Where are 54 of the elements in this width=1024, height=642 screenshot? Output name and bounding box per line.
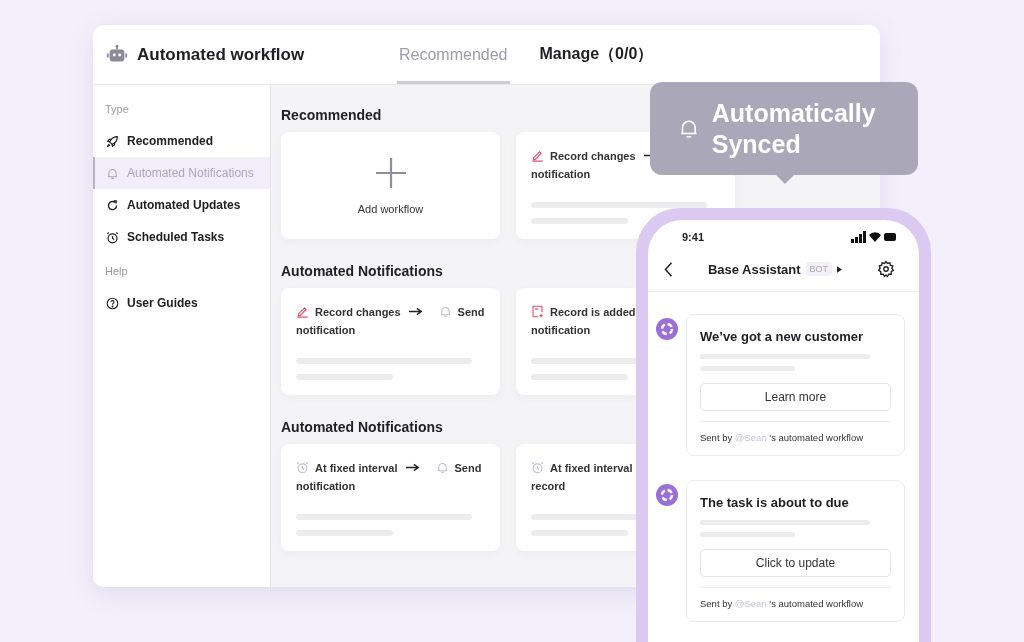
sidebar-item[interactable]: User Guides [93, 287, 270, 319]
section-title: Recommended [281, 107, 382, 123]
plus-icon [374, 156, 407, 189]
bell-icon [435, 461, 449, 474]
workflow-card[interactable]: At fixed interval record [516, 444, 636, 551]
action-label: notification [296, 324, 356, 336]
chat-title: Base Assistant [707, 261, 801, 277]
trigger-label: Record changes [550, 149, 636, 162]
trigger-label: At fixed interval [315, 461, 398, 474]
message-button[interactable]: Click to update [700, 549, 891, 577]
rocket-icon [106, 134, 119, 148]
caret-icon[interactable] [837, 265, 843, 273]
alarm-clock-icon [106, 230, 119, 244]
action-label: notification [531, 324, 591, 336]
section-title: Automated Notifications [281, 419, 443, 435]
record-add-icon [531, 305, 544, 318]
pencil-icon [296, 305, 309, 318]
action-label: Send [457, 305, 485, 318]
help-icon [106, 296, 119, 310]
message-title: The task is about to due [700, 495, 850, 510]
trigger-label: Record is added [550, 305, 636, 318]
message-title: We’ve got a new customer [700, 329, 865, 344]
action-label: notification [296, 480, 356, 492]
bot-avatar-icon [656, 484, 678, 506]
window-title: Automated workflow [137, 44, 306, 65]
sidebar-section-label: Help [104, 265, 129, 277]
status-icons [851, 231, 897, 243]
add-workflow-card[interactable]: Add workflow [281, 132, 500, 239]
action-label: notification [531, 168, 591, 180]
back-icon[interactable] [664, 261, 673, 277]
action-label: record [531, 480, 566, 492]
bot-avatar-icon [656, 318, 678, 340]
message-button[interactable]: Learn more [700, 383, 891, 411]
section-title: Automated Notifications [281, 263, 443, 279]
sidebar-section-label: Type [104, 103, 130, 115]
sidebar-item[interactable]: Scheduled Tasks [93, 221, 270, 253]
refresh-icon [106, 198, 119, 212]
sidebar-item[interactable]: Recommended [93, 125, 270, 157]
trigger-label: At fixed interval [550, 461, 633, 474]
alarm-clock-icon [531, 461, 544, 474]
alarm-clock-icon [296, 461, 309, 474]
settings-icon[interactable] [877, 260, 895, 278]
bot-badge: BOT [805, 262, 833, 276]
pencil-icon [531, 149, 544, 162]
bell-icon [106, 166, 119, 180]
workflow-card[interactable]: Record is added notification [516, 288, 636, 395]
trigger-label: Record changes [315, 305, 401, 318]
tab[interactable]: Manage（0/0） [537, 28, 656, 84]
bell-icon [438, 305, 452, 318]
workflow-card[interactable]: At fixed interval Send notification [281, 444, 500, 551]
action-label: Send [454, 461, 482, 474]
workflow-card[interactable]: Record changes Send notification [281, 288, 500, 395]
sidebar-item[interactable]: Automated Updates [93, 189, 270, 221]
add-workflow-label: Add workflow [357, 202, 424, 215]
